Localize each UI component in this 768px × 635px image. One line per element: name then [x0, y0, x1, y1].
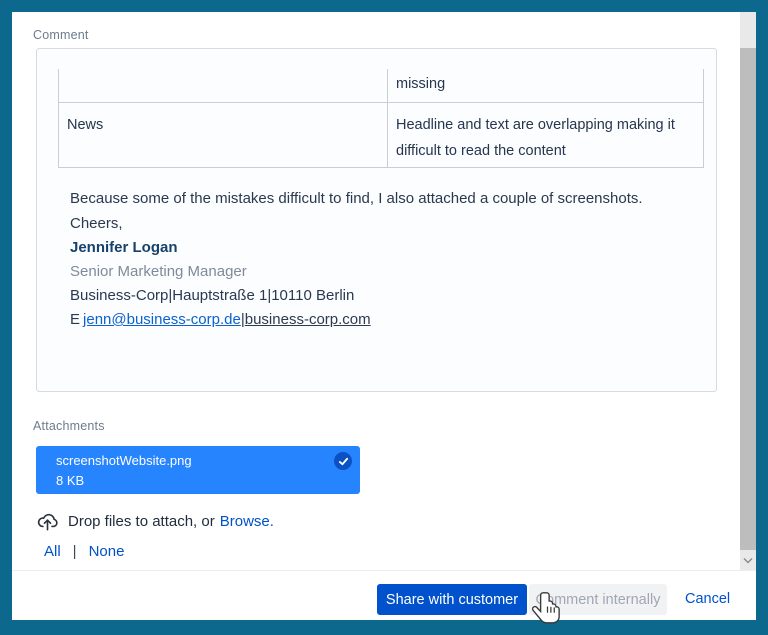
dialog-backdrop: { "dialog": { "comment_label": "Comment"…	[0, 0, 768, 635]
comment-text-line: Cheers,	[70, 215, 123, 232]
table-cell: missing	[388, 69, 704, 102]
upload-cloud-icon	[36, 510, 59, 533]
share-with-customer-button[interactable]: Share with customer	[377, 584, 527, 615]
scrollbar-thumb[interactable]	[740, 48, 756, 550]
comment-label: Comment	[33, 28, 89, 42]
scrollbar[interactable]	[740, 12, 756, 570]
select-all-link[interactable]: All	[44, 543, 61, 560]
comment-editor[interactable]: missing News Headline and text are overl…	[36, 48, 717, 392]
attachments-label: Attachments	[33, 419, 105, 433]
select-none-link[interactable]: None	[89, 543, 125, 560]
drop-files-text: Drop files to attach, or	[68, 513, 215, 530]
signature-contact-line: Ejenn@business-corp.de|business-corp.com	[70, 311, 371, 328]
email-link[interactable]: jenn@business-corp.de	[83, 311, 241, 328]
signature-name: Jennifer Logan	[70, 239, 178, 256]
check-icon	[338, 456, 349, 467]
email-prefix: E	[70, 311, 80, 328]
attachment-filename: screenshotWebsite.png	[56, 453, 192, 468]
website-link[interactable]: business-corp.com	[245, 311, 371, 328]
table-cell	[58, 69, 388, 102]
attachment-card[interactable]: screenshotWebsite.png 8 KB	[36, 446, 360, 494]
table-row: missing	[58, 69, 704, 103]
attachment-filesize: 8 KB	[56, 473, 84, 488]
signature-address: Business-Corp|Hauptstraße 1|10110 Berlin	[70, 287, 354, 304]
dialog-footer: Share with customer Comment internally C…	[12, 570, 756, 620]
table-row: News Headline and text are overlapping m…	[58, 103, 704, 168]
browse-link[interactable]: Browse.	[220, 513, 274, 530]
comment-table: missing News Headline and text are overl…	[58, 69, 704, 168]
table-cell: News	[58, 103, 388, 167]
drop-files-row: Drop files to attach, or Browse.	[36, 510, 274, 533]
comment-text-line: Because some of the mistakes difficult t…	[70, 190, 643, 207]
table-cell: Headline and text are overlapping making…	[388, 103, 704, 167]
signature-title: Senior Marketing Manager	[70, 263, 247, 280]
comment-internally-button[interactable]: Comment internally	[529, 584, 667, 615]
attachment-selected-toggle[interactable]	[334, 452, 352, 470]
select-links-row: All | None	[44, 543, 124, 560]
chevron-down-icon	[743, 557, 753, 564]
scrollbar-down-button[interactable]	[740, 552, 756, 568]
select-links-separator: |	[73, 543, 77, 560]
comment-dialog: Comment missing News Headline and text a…	[12, 12, 756, 620]
cancel-link[interactable]: Cancel	[685, 591, 730, 607]
